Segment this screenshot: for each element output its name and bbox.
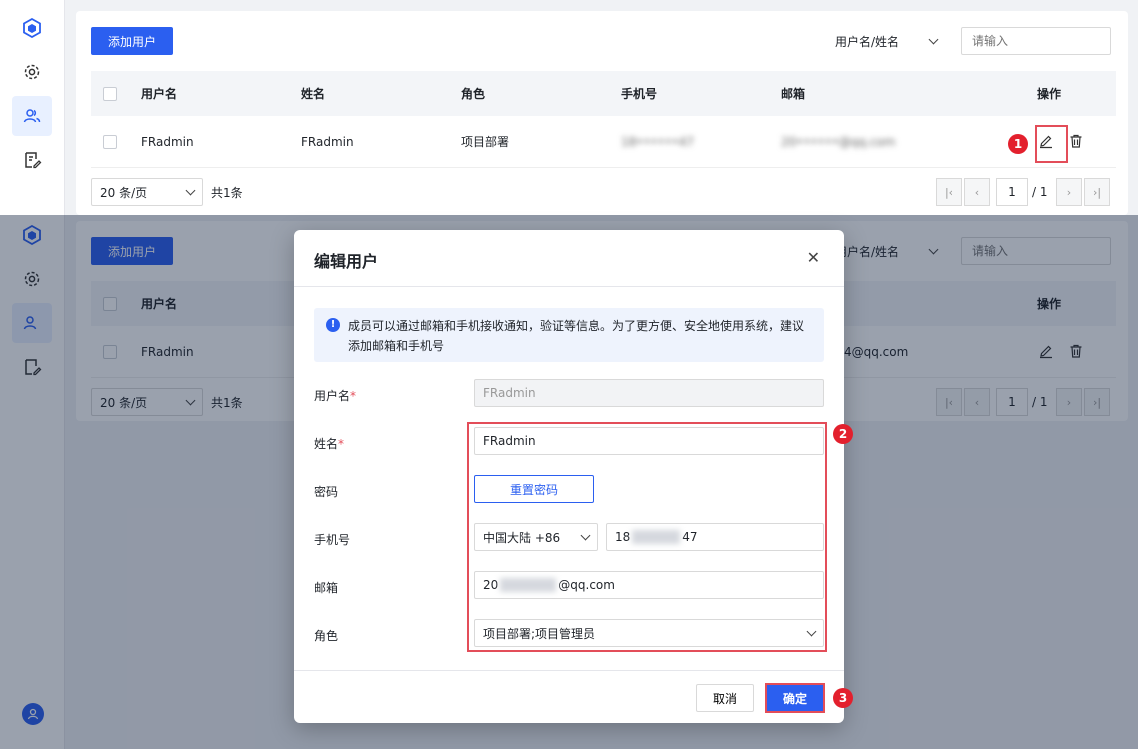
gear-icon[interactable] (12, 52, 52, 92)
col-username: 用户名 (141, 87, 178, 101)
divider (294, 670, 844, 671)
cell-username: FRadmin (141, 134, 194, 149)
notice-text: 成员可以通过邮箱和手机接收通知，验证等信息。为了更方便、安全地使用系统，建议添加… (348, 319, 805, 353)
next-page-button[interactable]: › (1056, 178, 1082, 206)
first-page-button[interactable]: |‹ (936, 178, 962, 206)
col-phone: 手机号 (621, 87, 658, 101)
info-notice: ! 成员可以通过邮箱和手机接收通知，验证等信息。为了更方便、安全地使用系统，建议… (314, 308, 824, 362)
total-count: 共1条 (211, 185, 243, 200)
name-label: 姓名* (314, 437, 345, 451)
trash-icon[interactable] (1068, 133, 1084, 152)
col-actions: 操作 (1037, 87, 1062, 101)
col-name: 姓名 (301, 87, 326, 101)
prev-page-button[interactable]: ‹ (964, 178, 990, 206)
filter-field-select[interactable]: 用户名/姓名 (821, 27, 951, 55)
add-user-button[interactable]: 添加用户 (91, 27, 173, 55)
callout-box-3 (765, 683, 825, 713)
callout-3: 3 (833, 688, 853, 708)
cube-logo-icon[interactable] (12, 8, 52, 48)
callout-box-1 (1035, 125, 1068, 163)
col-role: 角色 (461, 87, 486, 101)
role-label: 角色 (314, 629, 339, 643)
chevron-down-icon (185, 185, 196, 195)
cancel-button[interactable]: 取消 (696, 684, 754, 712)
close-icon[interactable]: ✕ (807, 248, 820, 267)
chevron-down-icon (928, 34, 939, 44)
page-number-input[interactable]: 1 (996, 178, 1028, 206)
users-icon[interactable] (12, 96, 52, 136)
dialog-title: 编辑用户 (314, 252, 379, 271)
cell-name: FRadmin (301, 134, 354, 149)
callout-2: 2 (833, 424, 853, 444)
col-email: 邮箱 (781, 87, 806, 101)
cell-phone: 18••••••47 (621, 134, 695, 149)
row-checkbox[interactable] (103, 116, 117, 167)
callout-1: 1 (1008, 134, 1028, 154)
table-header: 用户名 姓名 角色 手机号 邮箱 操作 (91, 71, 1116, 116)
select-all-checkbox[interactable] (103, 71, 117, 116)
filter-field-label: 用户名/姓名 (835, 34, 900, 49)
cell-email: 20••••••@qq.com (781, 134, 896, 149)
last-page-button[interactable]: ›| (1084, 178, 1110, 206)
callout-box-2 (467, 422, 827, 652)
phone-label: 手机号 (314, 533, 351, 547)
sidebar (0, 0, 65, 215)
user-list-panel: 添加用户 用户名/姓名 用户名 姓名 角色 手机号 邮箱 操作 FRadmin … (76, 11, 1128, 215)
username-field: FRadmin (474, 379, 824, 407)
edit-doc-icon[interactable] (12, 140, 52, 180)
info-icon: ! (326, 318, 340, 332)
password-label: 密码 (314, 485, 339, 499)
table-row: FRadmin FRadmin 项目部署 18••••••47 20••••••… (91, 116, 1116, 168)
username-label: 用户名* (314, 389, 357, 403)
email-label: 邮箱 (314, 581, 339, 595)
page-total: / 1 (1032, 185, 1048, 199)
search-input[interactable] (961, 27, 1111, 55)
divider (294, 286, 844, 287)
page-size-label: 20 条/页 (100, 185, 148, 200)
page-size-select[interactable]: 20 条/页 (91, 178, 203, 206)
cell-role: 项目部署 (461, 135, 510, 149)
